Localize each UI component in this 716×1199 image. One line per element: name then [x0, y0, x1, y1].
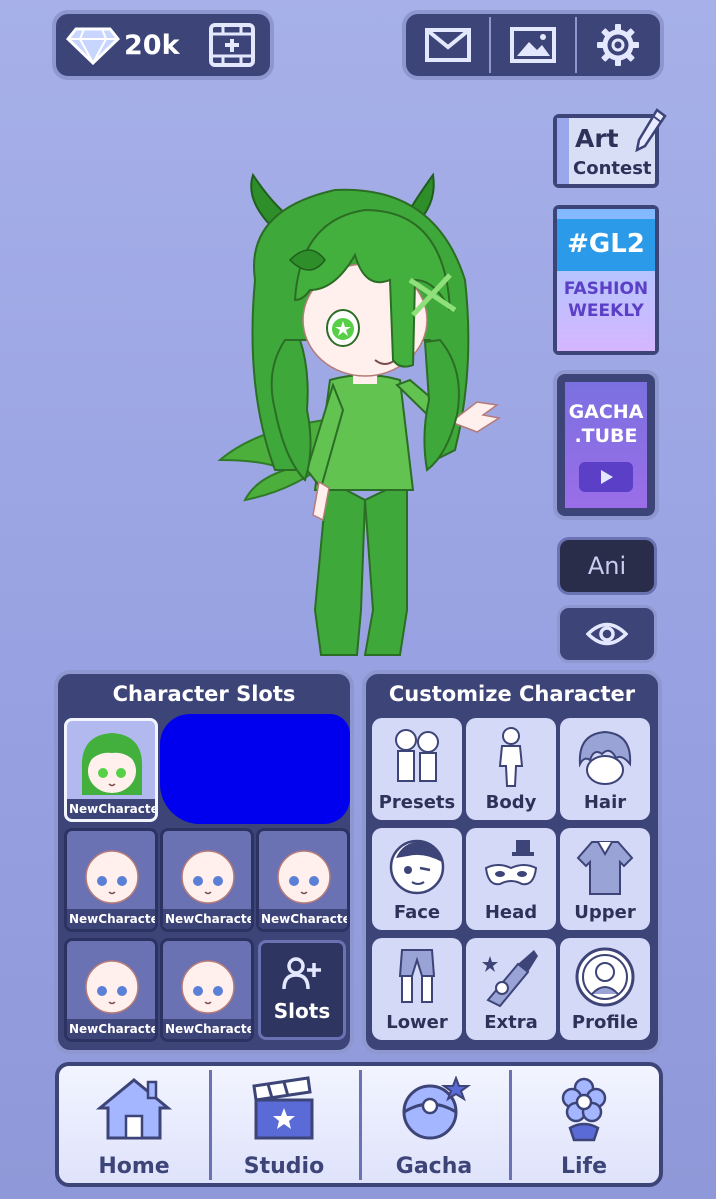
- character-preview[interactable]: [215, 170, 515, 670]
- currency-box[interactable]: 20k: [52, 10, 274, 80]
- blank-face-icon: [181, 850, 235, 904]
- nav-gacha[interactable]: Gacha: [359, 1066, 509, 1183]
- presets-button[interactable]: Presets: [372, 718, 462, 820]
- hide-ui-button[interactable]: [557, 605, 657, 663]
- lower-icon: [398, 949, 436, 1003]
- art-contest-button[interactable]: Art Contest: [553, 108, 667, 188]
- nav-gacha-label: Gacha: [395, 1154, 473, 1179]
- flower-icon: [561, 1077, 607, 1142]
- mail-button[interactable]: [406, 14, 489, 76]
- blank-face-icon: [85, 850, 139, 904]
- profile-button[interactable]: Profile: [560, 938, 650, 1040]
- watch-ad-film-icon[interactable]: [208, 22, 256, 68]
- add-slots-button[interactable]: Slots: [258, 940, 346, 1040]
- clapperboard-icon: [252, 1076, 314, 1140]
- slot-label: NewCharacter: [67, 1019, 155, 1039]
- nav-life-label: Life: [560, 1154, 608, 1179]
- character-slots-title: Character Slots: [112, 682, 296, 706]
- character-thumbnail: [81, 733, 143, 795]
- slot-label: NewCharacter: [163, 1019, 251, 1039]
- slot-label: NewCharacter: [67, 799, 155, 819]
- notebook-spine: [557, 118, 569, 184]
- character-slot[interactable]: NewCharacter: [160, 828, 254, 932]
- extra-label: Extra: [484, 1012, 538, 1033]
- customize-character-panel: Customize Character Presets Body Hair Fa…: [362, 670, 662, 1054]
- head-button[interactable]: Head: [466, 828, 556, 930]
- add-slots-label: Slots: [273, 999, 331, 1023]
- presets-label: Presets: [378, 792, 456, 813]
- slot-label: NewCharacter: [259, 909, 347, 929]
- art-contest-line1: Art: [575, 124, 619, 153]
- upper-label: Upper: [574, 902, 636, 923]
- extra-icon: [482, 950, 538, 1008]
- eye-icon: [586, 622, 628, 646]
- hair-button[interactable]: Hair: [560, 718, 650, 820]
- upper-button[interactable]: Upper: [560, 828, 650, 930]
- diamond-icon: [66, 27, 120, 65]
- face-label: Face: [393, 902, 441, 923]
- art-contest-line2: Contest: [573, 158, 652, 179]
- character-slots-panel: Character Slots NewCharacter NewCharacte…: [54, 670, 354, 1054]
- extra-button[interactable]: Extra: [466, 938, 556, 1040]
- customize-title: Customize Character: [388, 682, 636, 706]
- body-button[interactable]: Body: [466, 718, 556, 820]
- add-user-icon: [282, 957, 321, 990]
- profile-label: Profile: [571, 1012, 639, 1033]
- character-slot[interactable]: NewCharacter: [64, 828, 158, 932]
- character-slot[interactable]: NewCharacter: [64, 938, 158, 1042]
- body-icon: [498, 727, 524, 787]
- gacha-tube-line2: .TUBE: [574, 425, 638, 447]
- ani-button[interactable]: Ani: [557, 537, 657, 595]
- gl2-tag: #GL2: [557, 219, 655, 271]
- face-button[interactable]: Face: [372, 828, 462, 930]
- mail-icon: [424, 28, 471, 62]
- gacha-ball-icon: [402, 1076, 472, 1140]
- hair-icon: [578, 730, 632, 785]
- nav-home[interactable]: Home: [59, 1066, 209, 1183]
- head-label: Head: [484, 902, 538, 923]
- gl2-fashion-weekly-button[interactable]: #GL2 FASHION WEEKLY: [553, 205, 659, 355]
- gl2-line2: WEEKLY: [568, 301, 644, 321]
- blank-face-icon: [85, 960, 139, 1014]
- redaction-mark: [160, 714, 350, 824]
- gl2-line1: FASHION: [563, 279, 649, 299]
- gacha-tube-button[interactable]: GACHA .TUBE: [553, 370, 659, 520]
- top-tools: [402, 10, 664, 80]
- play-icon: [579, 462, 633, 492]
- character-slot[interactable]: NewCharacter: [64, 718, 158, 822]
- profile-icon: [575, 947, 635, 1007]
- gacha-tube-line1: GACHA: [568, 401, 644, 423]
- image-icon: [510, 27, 556, 63]
- character-slot[interactable]: NewCharacter: [256, 828, 350, 932]
- presets-icon: [395, 729, 439, 782]
- blank-face-icon: [181, 960, 235, 1014]
- head-icon: [484, 840, 538, 886]
- bottom-navigation: Home Studio Gacha Life: [55, 1062, 663, 1187]
- nav-life[interactable]: Life: [509, 1066, 659, 1183]
- gacha-tube-screen: GACHA .TUBE: [565, 382, 647, 508]
- pencil-icon: [635, 108, 667, 152]
- nav-home-label: Home: [98, 1154, 170, 1179]
- nav-studio-label: Studio: [243, 1154, 325, 1179]
- blank-face-icon: [277, 850, 331, 904]
- lower-button[interactable]: Lower: [372, 938, 462, 1040]
- character-slot[interactable]: NewCharacter: [160, 938, 254, 1042]
- lower-label: Lower: [386, 1012, 448, 1033]
- nav-studio[interactable]: Studio: [209, 1066, 359, 1183]
- gallery-button[interactable]: [491, 14, 574, 76]
- settings-button[interactable]: [577, 14, 660, 76]
- house-icon: [96, 1078, 172, 1140]
- gl2-poster: #GL2 FASHION WEEKLY: [557, 209, 655, 351]
- slot-label: NewCharacter: [67, 909, 155, 929]
- currency-amount: 20k: [124, 29, 180, 61]
- hair-label: Hair: [583, 792, 627, 813]
- face-icon: [389, 839, 445, 895]
- body-label: Body: [485, 792, 537, 813]
- slot-label: NewCharacter: [163, 909, 251, 929]
- upper-icon: [576, 841, 634, 895]
- gear-icon: [597, 24, 640, 66]
